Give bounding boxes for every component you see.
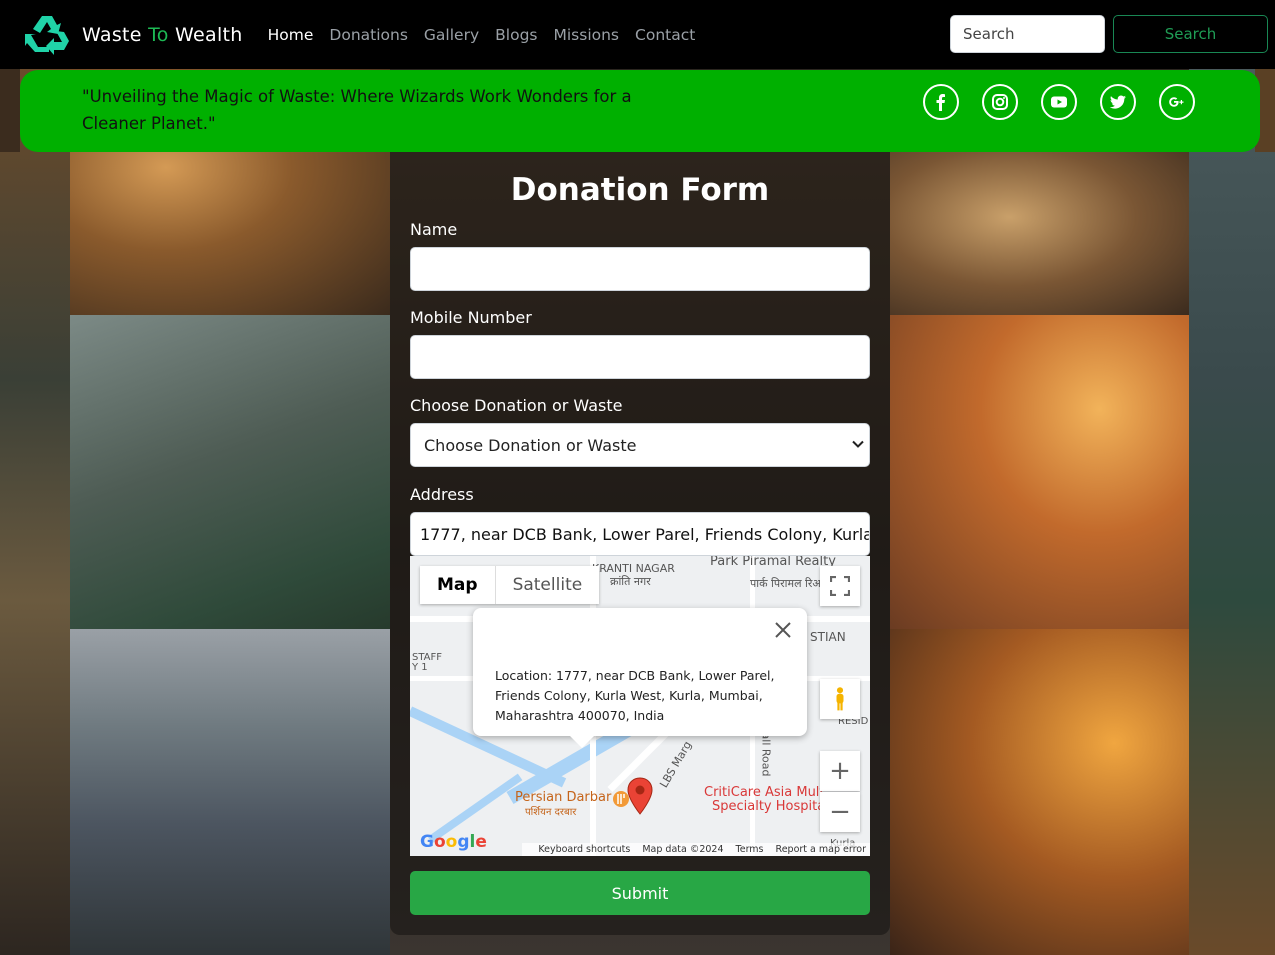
terms-link[interactable]: Terms xyxy=(736,844,764,855)
close-icon[interactable] xyxy=(773,620,793,640)
search-input[interactable] xyxy=(950,15,1105,53)
report-map-error-link[interactable]: Report a map error xyxy=(776,844,866,855)
mobile-number-field[interactable] xyxy=(410,335,870,379)
background-image xyxy=(1189,69,1275,955)
name-field[interactable] xyxy=(410,247,870,291)
google-plus-icon[interactable] xyxy=(1159,84,1195,120)
background-image xyxy=(0,69,70,955)
zoom-out-icon[interactable]: − xyxy=(820,792,860,832)
background-image xyxy=(890,152,1189,315)
nav-missions[interactable]: Missions xyxy=(553,26,619,44)
fullscreen-icon[interactable] xyxy=(820,566,860,606)
donation-type-select[interactable]: Choose Donation or Waste xyxy=(410,423,870,467)
location-pin-icon xyxy=(627,777,653,815)
restaurant-icon xyxy=(613,791,629,807)
mobile-label: Mobile Number xyxy=(410,308,532,327)
donation-type-value: Choose Donation or Waste xyxy=(424,435,637,455)
map-type-toggle: Map Satellite xyxy=(420,566,600,604)
brand-name: Waste To Wealth xyxy=(82,23,243,46)
info-window-text: Location: 1777, near DCB Bank, Lower Par… xyxy=(495,668,775,723)
map-attribution: Keyboard shortcuts Map data ©2024 Terms … xyxy=(522,843,870,856)
twitter-icon[interactable] xyxy=(1100,84,1136,120)
nav-links: Home Donations Gallery Blogs Missions Co… xyxy=(268,26,712,44)
map-info-window: Location: 1777, near DCB Bank, Lower Par… xyxy=(473,608,807,736)
background-image xyxy=(70,315,390,629)
chevron-down-icon xyxy=(852,440,864,448)
nav-contact[interactable]: Contact xyxy=(635,26,695,44)
map-view-button[interactable]: Map xyxy=(420,566,496,604)
pegman-icon[interactable] xyxy=(820,679,860,719)
map-data-text: Map data ©2024 xyxy=(642,844,724,855)
social-links xyxy=(923,84,1218,120)
brand[interactable]: Waste To Wealth xyxy=(24,14,243,56)
form-title: Donation Form xyxy=(510,172,770,208)
nav-home[interactable]: Home xyxy=(268,26,314,44)
background-image xyxy=(890,629,1189,955)
quote-banner: "Unveiling the Magic of Waste: Where Wiz… xyxy=(20,70,1260,152)
address-label: Address xyxy=(410,485,474,504)
name-label: Name xyxy=(410,220,458,239)
google-logo: Google xyxy=(420,832,487,852)
instagram-icon[interactable] xyxy=(982,84,1018,120)
nav-donations[interactable]: Donations xyxy=(329,26,408,44)
donation-form: Donation Form Name Mobile Number Choose … xyxy=(390,152,890,935)
address-field[interactable]: 1777, near DCB Bank, Lower Parel, Friend… xyxy=(410,512,870,556)
background-image xyxy=(70,629,390,955)
zoom-in-icon[interactable]: + xyxy=(820,751,860,791)
keyboard-shortcuts-link[interactable]: Keyboard shortcuts xyxy=(538,844,630,855)
background-image xyxy=(890,315,1189,629)
navbar: Waste To Wealth Home Donations Gallery B… xyxy=(0,0,1275,69)
location-map[interactable]: KRANTI NAGAR क्रांति नगर Park Piramal Re… xyxy=(410,556,870,856)
nav-gallery[interactable]: Gallery xyxy=(424,26,479,44)
search-button[interactable]: Search xyxy=(1113,15,1268,53)
banner-quote: "Unveiling the Magic of Waste: Where Wiz… xyxy=(82,87,632,133)
youtube-icon[interactable] xyxy=(1041,84,1077,120)
satellite-view-button[interactable]: Satellite xyxy=(496,566,600,604)
submit-button[interactable]: Submit xyxy=(410,871,870,915)
nav-blogs[interactable]: Blogs xyxy=(495,26,537,44)
recycle-icon xyxy=(25,15,69,55)
choose-label: Choose Donation or Waste xyxy=(410,396,623,415)
facebook-icon[interactable] xyxy=(923,84,959,120)
